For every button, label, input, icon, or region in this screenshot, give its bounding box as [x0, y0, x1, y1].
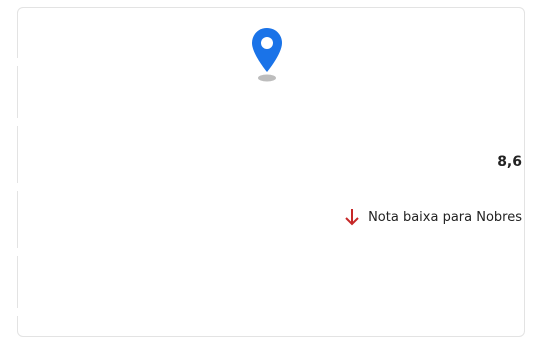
card-edge-gap: [17, 183, 19, 191]
trend-note: Nota baixa para Nobres: [344, 208, 522, 226]
trend-note-label: Nota baixa para Nobres: [368, 209, 522, 225]
card-edge-gap: [17, 308, 19, 316]
card-edge-gap: [17, 58, 19, 66]
score-value: 8,6: [497, 154, 522, 170]
map-pin-icon: [252, 28, 282, 82]
card-edge-gap: [17, 248, 19, 256]
arrow-down-icon: [345, 209, 359, 226]
card-edge-gap: [17, 118, 19, 126]
